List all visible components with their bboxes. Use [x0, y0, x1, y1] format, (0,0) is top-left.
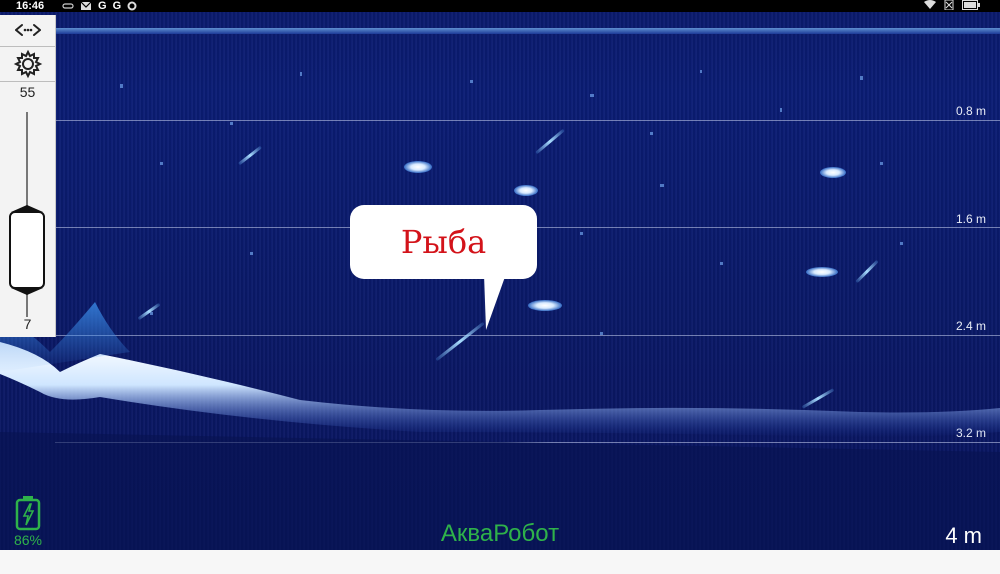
settings-button[interactable] [0, 48, 55, 80]
horizontal-arrows-icon [14, 24, 41, 36]
system-icons [924, 0, 980, 10]
mail-icon [80, 1, 92, 10]
google-icon: G [98, 0, 107, 12]
depth-range-label[interactable]: 4 m [945, 523, 982, 549]
gear-icon [13, 49, 42, 79]
link-icon [62, 3, 74, 9]
sonar-display[interactable]: 0.8 m 1.6 m 2.4 m 3.2 m Рыба [0, 12, 1000, 550]
notification-icons: G G [62, 0, 137, 12]
sensitivity-min: 7 [23, 316, 32, 332]
battery-status-icon [962, 0, 980, 10]
status-bar: 16:46 G G [0, 0, 1000, 12]
sensitivity-max: 55 [19, 84, 36, 100]
status-time: 16:46 [16, 0, 45, 12]
divider [0, 46, 55, 47]
callout-pointer [484, 274, 506, 330]
view-toggle-button[interactable] [0, 15, 55, 45]
divider [0, 81, 55, 82]
callout-label: Рыба [400, 223, 487, 261]
bottom-navigation-bar [0, 550, 1000, 574]
google-icon: G [112, 0, 122, 12]
wifi-icon [924, 0, 936, 9]
no-sim-icon [944, 0, 954, 10]
sensitivity-slider-thumb[interactable] [9, 204, 45, 296]
gear-small-icon [127, 1, 137, 11]
brand-label: АкваРобот [440, 520, 560, 547]
sensitivity-panel: 55 7 [0, 15, 56, 337]
